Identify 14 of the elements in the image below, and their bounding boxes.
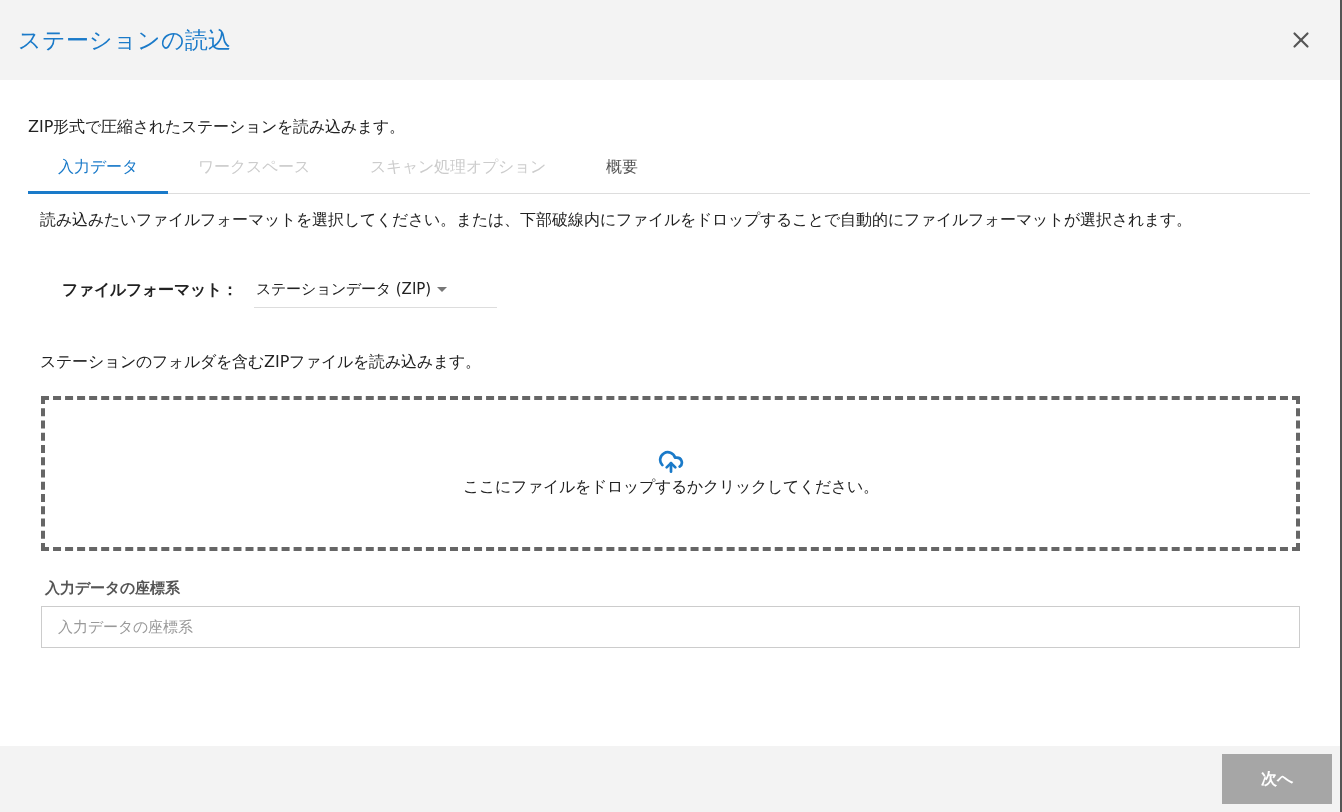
cloud-upload-icon xyxy=(657,449,684,475)
file-format-label: ファイルフォーマット： xyxy=(62,279,238,301)
drop-zone-text: ここにファイルをドロップするかクリックしてください。 xyxy=(462,477,879,498)
drop-zone[interactable]: ここにファイルをドロップするかクリックしてください。 xyxy=(41,396,1300,551)
crs-input-field[interactable]: 入力データの座標系 xyxy=(41,606,1300,648)
file-format-select[interactable]: ステーションデータ (ZIP) xyxy=(254,272,497,308)
caret-icon xyxy=(437,287,448,292)
format-note: ステーションのフォルダを含むZIPファイルを読み込みます。 xyxy=(40,352,483,373)
crs-label: 入力データの座標系 xyxy=(45,579,181,598)
tab[interactable]: 概要 xyxy=(576,144,668,194)
tab[interactable]: 入力データ xyxy=(28,144,168,194)
dialog-title: ステーションの読込 xyxy=(18,25,231,55)
intro-text: ZIP形式で圧縮されたステーションを読み込みます。 xyxy=(28,117,407,138)
instructions-text: 読み込みたいファイルフォーマットを選択してください。または、下部破線内にファイルをドロップすることで自動的にファイルフォーマットが選択されます。 xyxy=(40,209,1193,231)
